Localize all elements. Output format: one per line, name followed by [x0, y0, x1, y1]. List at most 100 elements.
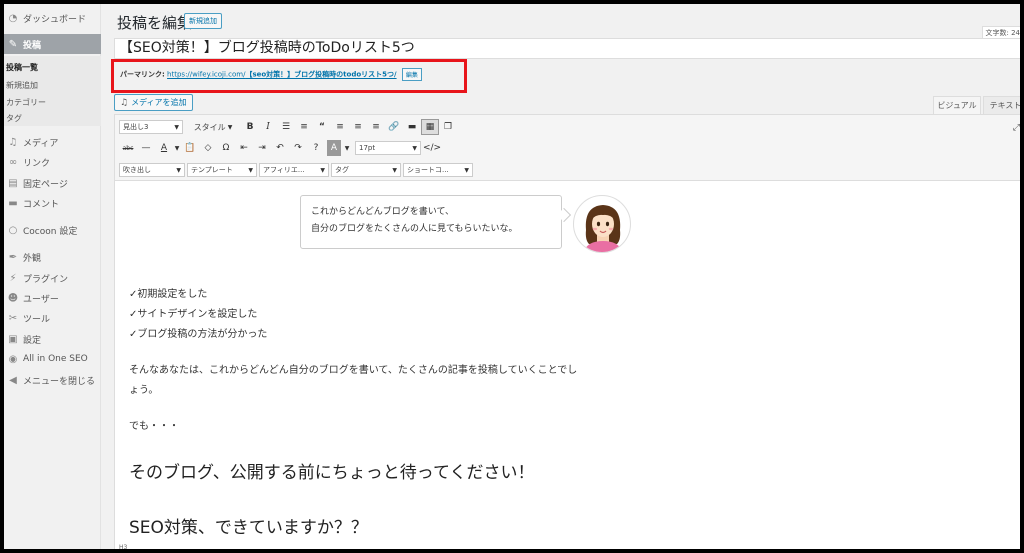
help-icon[interactable]: ?	[307, 140, 325, 156]
bold-button[interactable]: B	[241, 119, 259, 135]
avatar	[573, 195, 631, 253]
chevron-down-icon: ▼	[248, 166, 253, 174]
template-select[interactable]: テンプレート ▼	[187, 163, 257, 177]
tab-visual[interactable]: ビジュアル	[933, 96, 981, 114]
text-color-icon[interactable]: A	[155, 140, 173, 156]
permalink-url[interactable]: https://wifey.icoji.com/	[167, 71, 245, 79]
sidebar-item-dashboard[interactable]: ◔ ダッシュボード	[4, 8, 101, 28]
settings-icon: ▣	[8, 333, 18, 345]
speech-balloon-select[interactable]: 吹き出し ▼	[119, 163, 185, 177]
tab-text[interactable]: テキスト	[983, 96, 1020, 114]
body-paragraph-line-2: ょう。	[129, 385, 159, 396]
sidebar-item-users[interactable]: ☻ ユーザー	[4, 288, 101, 308]
sidebar-item-tools[interactable]: ✂ ツール	[4, 308, 101, 328]
sidebar-item-label: 投稿	[23, 40, 42, 51]
dashboard-icon: ◔	[8, 12, 18, 24]
tag-select[interactable]: タグ ▼	[331, 163, 401, 177]
bullet-list-button[interactable]: ☰	[277, 119, 295, 135]
shortcode-select[interactable]: ショートコ... ▼	[403, 163, 473, 177]
code-icon[interactable]: </>	[423, 140, 441, 156]
admin-sidebar: ◔ ダッシュボード ✎ 投稿 投稿一覧 新規追加 カテゴリー タグ ♫ メディア…	[4, 4, 101, 549]
link-icon: ∞	[8, 156, 18, 168]
sidebar-item-posts[interactable]: ✎ 投稿	[4, 34, 101, 54]
chevron-down-icon: ▼	[412, 144, 417, 152]
sidebar-item-label: コメント	[23, 199, 60, 210]
style-select[interactable]: スタイル ▼	[185, 119, 241, 135]
body-paragraph: でも・・・	[129, 421, 179, 432]
sidebar-item-plugins[interactable]: ⚡ プラグイン	[4, 268, 101, 288]
format-select[interactable]: 見出し3 ▼	[119, 120, 183, 134]
affiliate-select[interactable]: アフィリエ... ▼	[259, 163, 329, 177]
balloon-line-1: これからどんどんブログを書いて、	[311, 207, 455, 217]
horizontal-line-icon[interactable]: —	[137, 140, 155, 156]
strikethrough-icon[interactable]: abc	[119, 140, 137, 156]
permalink-slug[interactable]: 【seo対策！】ブログ投稿時のtodoリスト5つ/	[245, 71, 396, 79]
align-center-icon[interactable]: ≡	[349, 119, 367, 135]
chevron-down-icon: ▼	[320, 166, 325, 174]
blockquote-icon[interactable]: “	[313, 119, 331, 135]
outdent-icon[interactable]: ⇤	[235, 140, 253, 156]
style-select-label: スタイル	[193, 122, 226, 132]
font-size-select[interactable]: 17pt ▼	[355, 141, 421, 155]
sidebar-item-all-in-one-seo[interactable]: ◉ All in One SEO	[4, 349, 101, 369]
seo-icon: ◉	[8, 353, 18, 365]
sidebar-item-media[interactable]: ♫ メディア	[4, 132, 101, 152]
chevron-down-icon: ▼	[464, 166, 469, 174]
chevron-down-icon: ▼	[174, 123, 179, 131]
edit-permalink-button[interactable]: 編集	[401, 68, 422, 81]
numbered-list-button[interactable]: ≡	[295, 119, 313, 135]
sidebar-item-cocoon[interactable]: ○ Cocoon 設定	[4, 220, 101, 240]
submenu-item-add-new[interactable]: 新規追加	[6, 80, 38, 91]
omega-icon[interactable]: Ω	[217, 140, 235, 156]
submenu-item-all-posts[interactable]: 投稿一覧	[6, 62, 38, 73]
align-left-icon[interactable]: ≡	[331, 119, 349, 135]
permalink-label: パーマリンク:	[120, 70, 165, 79]
indent-icon[interactable]: ⇥	[253, 140, 271, 156]
italic-button[interactable]: I	[259, 119, 277, 135]
paste-text-icon[interactable]: 📋	[181, 140, 199, 156]
sidebar-item-settings[interactable]: ▣ 設定	[4, 329, 101, 349]
toolbar-row-1: 見出し3 ▼ スタイル ▼ B I ☰ ≡ “ ≡ ≡ ≡ 🔗 ▬ ▦ ❐	[119, 118, 457, 136]
copy-icon[interactable]: ❐	[439, 119, 457, 135]
chevron-down-icon: ▼	[392, 166, 397, 174]
sidebar-item-label: メディア	[23, 138, 59, 149]
checklist-item: ✓ブログ投稿の方法が分かった	[129, 329, 268, 340]
element-path: H3	[119, 544, 128, 549]
submenu-item-categories[interactable]: カテゴリー	[6, 97, 46, 108]
pushpin-icon: ✎	[8, 38, 18, 50]
plugin-icon: ⚡	[9, 272, 17, 284]
toolbar-row-2: abc — A ▼ 📋 ◇ Ω ⇤ ⇥ ↶ ↷ ? A ▼ 17pt ▼ </>	[119, 139, 441, 157]
read-more-icon[interactable]: ▬	[403, 119, 421, 135]
submenu-item-tags[interactable]: タグ	[6, 113, 22, 124]
sidebar-item-pages[interactable]: ▤ 固定ページ	[4, 173, 101, 193]
post-title-input[interactable]: 【SEO対策！】ブログ投稿時のToDoリスト5つ	[114, 38, 1020, 59]
wrench-icon: ✂	[8, 312, 18, 324]
sidebar-item-collapse[interactable]: ◀ メニューを閉じる	[4, 370, 101, 390]
toolbar-toggle-icon[interactable]: ▦	[421, 119, 439, 135]
background-color-icon[interactable]: A	[327, 140, 341, 156]
add-new-button[interactable]: 新規追加	[184, 13, 222, 29]
sidebar-item-label: 固定ページ	[23, 179, 68, 190]
select-label: ショートコ...	[407, 166, 449, 174]
sidebar-item-label: 外観	[23, 253, 42, 264]
heading: そのブログ、公開する前にちょっと待ってください！	[129, 463, 535, 483]
page-title: 投稿を編集	[117, 14, 193, 32]
undo-icon[interactable]: ↶	[271, 140, 289, 156]
sidebar-item-comments[interactable]: ▬ コメント	[4, 193, 101, 213]
link-icon[interactable]: 🔗	[385, 119, 403, 135]
post-editor[interactable]: 見出し3 ▼ スタイル ▼ B I ☰ ≡ “ ≡ ≡ ≡ 🔗 ▬ ▦ ❐ ⤢ …	[114, 114, 1020, 549]
circle-icon: ○	[8, 224, 18, 236]
add-media-button[interactable]: ♫ メディアを追加	[114, 94, 193, 111]
chevron-down-icon: ▼	[227, 123, 233, 131]
select-label: テンプレート	[191, 166, 233, 174]
sidebar-item-appearance[interactable]: ✒ 外観	[4, 247, 101, 267]
girl-avatar-icon	[583, 205, 623, 252]
chevron-down-icon[interactable]: ▼	[173, 140, 181, 156]
align-right-icon[interactable]: ≡	[367, 119, 385, 135]
sidebar-item-links[interactable]: ∞ リンク	[4, 152, 101, 172]
redo-icon[interactable]: ↷	[289, 140, 307, 156]
font-size-value: 17pt	[359, 144, 376, 152]
chevron-down-icon[interactable]: ▼	[343, 140, 351, 156]
fullscreen-icon[interactable]: ⤢	[1013, 123, 1020, 133]
clear-format-icon[interactable]: ◇	[199, 140, 217, 156]
